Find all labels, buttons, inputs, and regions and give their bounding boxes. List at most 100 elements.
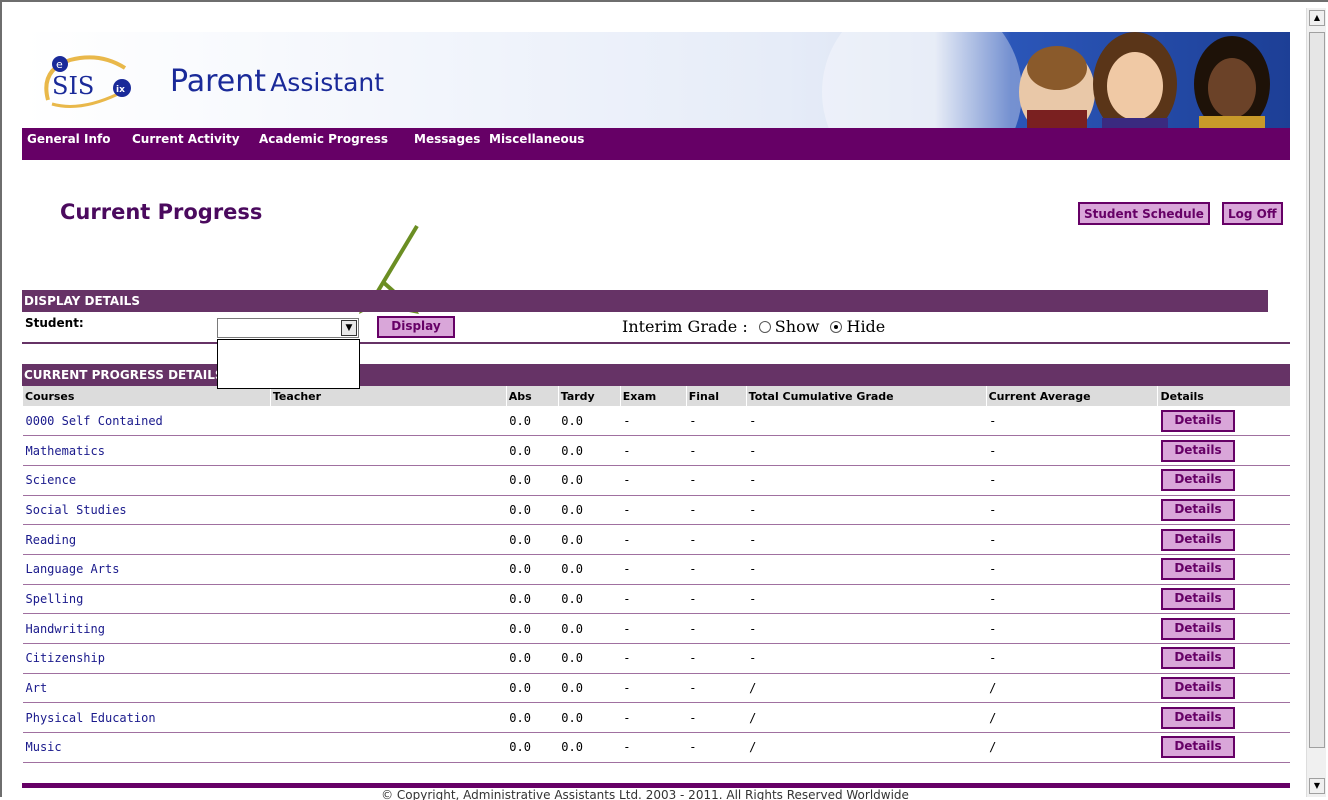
course-link[interactable]: Mathematics: [26, 444, 105, 458]
cell-course[interactable]: Music: [22, 732, 271, 763]
cell-tardy: 0.0: [558, 732, 621, 763]
course-link[interactable]: Social Studies: [26, 503, 127, 517]
brand-title-sub: Assistant: [270, 68, 385, 97]
nav-messages[interactable]: Messages: [414, 132, 480, 146]
cell-abs: 0.0: [506, 554, 559, 585]
course-link[interactable]: Citizenship: [26, 651, 105, 665]
details-button[interactable]: Details: [1160, 736, 1235, 759]
cell-course[interactable]: Mathematics: [22, 435, 271, 466]
cell-total: -: [746, 584, 987, 615]
details-button[interactable]: Details: [1160, 647, 1235, 670]
cell-course[interactable]: Spelling: [22, 584, 271, 615]
cell-details: Details: [1157, 702, 1290, 734]
window-frame-top: [0, 0, 1328, 2]
course-link[interactable]: Language Arts: [26, 562, 120, 576]
table-row: Spelling 0.0 0.0- - - - Details: [22, 584, 1290, 615]
course-link[interactable]: Music: [26, 740, 62, 754]
cell-course[interactable]: Art: [22, 673, 271, 704]
interim-grade-label: Interim Grade :: [622, 317, 748, 336]
col-teacher: Teacher: [269, 386, 507, 406]
cell-final: -: [686, 465, 747, 496]
arrow-down-icon[interactable]: ▼: [1309, 778, 1325, 794]
course-link[interactable]: Science: [26, 473, 77, 487]
cell-teacher: [270, 584, 507, 615]
cell-teacher: [270, 732, 507, 763]
nav-general-info[interactable]: General Info: [27, 132, 110, 146]
cell-total: -: [746, 406, 987, 437]
cell-details: Details: [1157, 465, 1290, 496]
interim-hide-radio[interactable]: [830, 320, 843, 333]
cell-final: -: [686, 554, 747, 585]
col-tardy: Tardy: [557, 386, 621, 406]
details-button[interactable]: Details: [1160, 617, 1235, 640]
cell-course[interactable]: Physical Education: [22, 702, 271, 734]
details-button[interactable]: Details: [1160, 528, 1235, 551]
col-current-average: Current Average: [985, 386, 1158, 406]
course-link[interactable]: Spelling: [26, 592, 84, 606]
nav-academic-progress[interactable]: Academic Progress: [259, 132, 388, 146]
esis-logo: e SIS ix: [44, 55, 131, 108]
cell-avg: -: [986, 524, 1158, 555]
cell-exam: -: [620, 584, 687, 615]
details-button[interactable]: Details: [1160, 469, 1235, 492]
details-button[interactable]: Details: [1160, 587, 1235, 610]
student-dropdown-list[interactable]: [217, 339, 360, 389]
cell-abs: 0.0: [506, 584, 559, 615]
details-button[interactable]: Details: [1160, 439, 1235, 462]
nav-current-activity[interactable]: Current Activity: [132, 132, 240, 146]
arrow-up-icon[interactable]: ▲: [1309, 10, 1325, 26]
cell-tardy: 0.0: [558, 406, 621, 437]
cell-course[interactable]: 0000 Self Contained: [22, 406, 271, 437]
vertical-scrollbar[interactable]: ▲ ▼: [1306, 8, 1326, 797]
cell-course[interactable]: Handwriting: [22, 613, 271, 644]
col-exam: Exam: [619, 386, 687, 406]
cell-tardy: 0.0: [558, 643, 621, 674]
table-row: Science 0.0 0.0- - - - Details: [22, 465, 1290, 496]
cell-exam: -: [620, 702, 687, 734]
cell-course[interactable]: Science: [22, 465, 271, 496]
student-selector-row: Student: ▼ Display Interim Grade : Show …: [22, 312, 1290, 344]
cell-details: Details: [1157, 524, 1290, 555]
display-button[interactable]: Display: [377, 316, 455, 338]
student-select[interactable]: ▼: [217, 318, 359, 338]
chevron-down-icon[interactable]: ▼: [341, 320, 357, 336]
student-schedule-button[interactable]: Student Schedule: [1078, 202, 1210, 225]
cell-course[interactable]: Citizenship: [22, 643, 271, 674]
svg-text:ix: ix: [116, 85, 125, 95]
details-button[interactable]: Details: [1160, 706, 1235, 729]
nav-miscellaneous[interactable]: Miscellaneous: [489, 132, 584, 146]
cell-final: -: [686, 732, 747, 763]
details-button[interactable]: Details: [1160, 409, 1235, 432]
details-button[interactable]: Details: [1160, 677, 1235, 700]
cell-course[interactable]: Language Arts: [22, 554, 271, 585]
cell-teacher: [270, 435, 507, 466]
cell-abs: 0.0: [506, 435, 559, 466]
cell-tardy: 0.0: [558, 613, 621, 644]
details-button[interactable]: Details: [1160, 498, 1235, 521]
cell-final: -: [686, 524, 747, 555]
cell-teacher: [270, 673, 507, 704]
log-off-button[interactable]: Log Off: [1222, 202, 1283, 225]
interim-hide-label: Hide: [846, 317, 886, 336]
course-link[interactable]: Art: [26, 681, 48, 695]
course-link[interactable]: Physical Education: [26, 711, 156, 725]
table-row: Physical Education 0.0 0.0- - / / Details: [22, 702, 1290, 734]
cell-final: -: [686, 673, 747, 704]
course-link[interactable]: Handwriting: [26, 622, 105, 636]
cell-course[interactable]: Social Studies: [22, 495, 271, 526]
cell-course[interactable]: Reading: [22, 524, 271, 555]
table-row: 0000 Self Contained 0.0 0.0- - - - Details: [22, 406, 1290, 437]
cell-teacher: [270, 524, 507, 555]
cell-avg: -: [986, 465, 1158, 496]
cell-final: -: [686, 435, 747, 466]
course-link[interactable]: 0000 Self Contained: [26, 414, 163, 428]
scrollbar-thumb[interactable]: [1309, 32, 1325, 748]
course-link[interactable]: Reading: [26, 533, 77, 547]
cell-final: -: [686, 702, 747, 734]
cell-abs: 0.0: [506, 495, 559, 526]
details-button[interactable]: Details: [1160, 558, 1235, 581]
interim-show-radio[interactable]: [758, 320, 771, 333]
cell-exam: -: [620, 495, 687, 526]
cell-final: -: [686, 406, 747, 437]
cell-teacher: [270, 554, 507, 585]
